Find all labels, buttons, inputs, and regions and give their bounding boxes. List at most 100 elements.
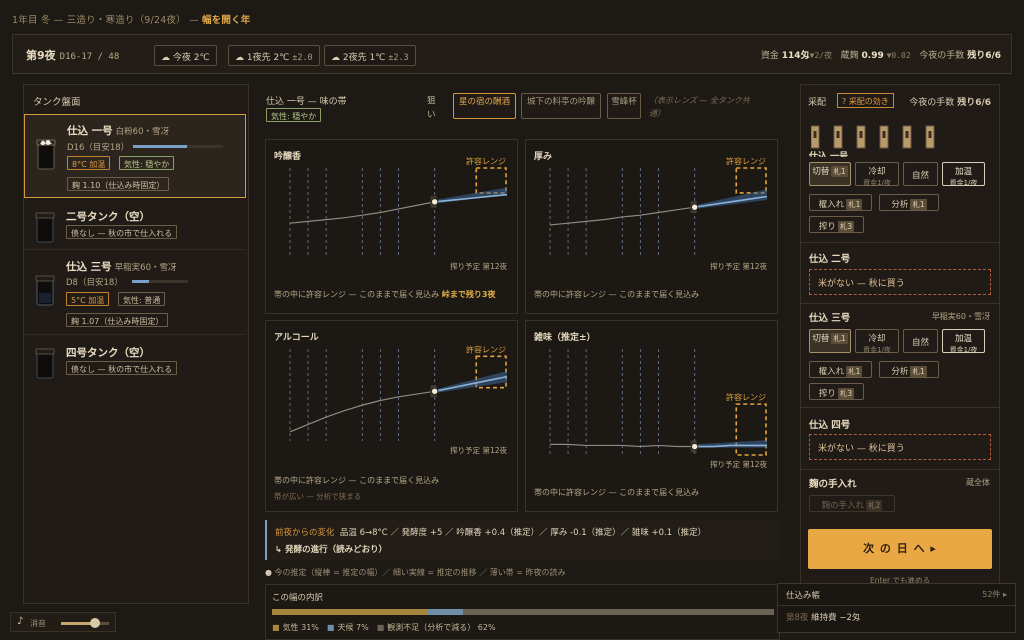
legend-line: ● 今の推定（縦棒 = 推定の幅）／ 細い実線 = 推定の推移 ／ 薄い帯 = …: [265, 567, 566, 578]
token-row-svg: [810, 125, 935, 149]
tank-card-3[interactable]: 仕込 三号 早稲実60・雪冴 D8（目安18） 5°C 加温 気性: 普通 麹 1…: [24, 251, 246, 335]
weather-temp: 1℃: [369, 53, 386, 63]
command-panel: 采配 ? 采配の効き 今夜の手数 残り6/6 仕込 一号 切替 札1 冷却 資金1/…: [800, 84, 1000, 616]
chart-plot: 許容レンジ搾り予定 第12夜: [549, 349, 767, 469]
cool-button[interactable]: 冷却 資金1/夜: [855, 329, 899, 354]
chart-plot: 許容レンジ搾り予定 第12夜: [289, 156, 507, 271]
brewing-log[interactable]: 仕込み帳 52件 ▸ 第8夜 維持費 −2匁: [777, 583, 1016, 633]
koji-care-button[interactable]: 麹の手入れ 札2: [809, 495, 895, 512]
koji-tag: 麹 1.07（仕込み時固定）: [66, 313, 169, 327]
legend-text: 今の推定（縦棒 = 推定の幅）／ 細い実線 = 推定の推移 ／ 薄い帯 = 昨夜…: [274, 568, 566, 577]
change-label: 前夜からの変化: [275, 528, 335, 538]
tank-card-2[interactable]: 二号タンク（空） 债なし — 秋の市で仕入れる: [24, 200, 246, 250]
cloud-icon: ☁: [235, 53, 244, 63]
analyze-button[interactable]: 分析 札1: [879, 361, 939, 378]
aim-button-ryotei[interactable]: 城下の料亭の吟醸: [521, 93, 601, 119]
question-icon: ?: [842, 97, 847, 106]
help-label: 采配の効き: [848, 97, 889, 106]
year-theme: 幅を開く年: [201, 15, 251, 26]
log-entry: 第8夜 維持費 −2匁: [786, 611, 860, 623]
moves-value: 残り6/6: [967, 51, 1001, 61]
center-title: 仕込 一号 — 味の帯: [266, 97, 347, 107]
heat-button[interactable]: 加温 資金1/夜: [942, 329, 985, 354]
help-button[interactable]: ? 采配の効き: [837, 93, 894, 108]
tank-card-1[interactable]: 仕込 一号 白粉60・雪冴 D16（目安18） 8°C 加温 気性: 穏やか 麹 …: [24, 114, 246, 198]
btn-label: 冷却: [868, 167, 886, 177]
temp-tag: 8°C 加温: [67, 156, 111, 170]
btn-cost: 資金1/夜: [863, 179, 891, 187]
tank-card-4[interactable]: 四号タンク（空） 债なし — 秋の市で仕入れる: [24, 336, 246, 386]
legend-label: 観測不足（分析で減る） 62%: [387, 623, 496, 632]
natural-button[interactable]: 自然: [903, 162, 938, 186]
tank2-warning: 米がない — 秋に買う: [809, 269, 991, 295]
rice-label: 白粉60・雪冴: [115, 127, 169, 137]
natural-button[interactable]: 自然: [903, 329, 938, 353]
heat-button[interactable]: 加温 資金1/夜: [942, 162, 985, 187]
cloud-icon: ☁: [161, 53, 170, 63]
divider: [778, 605, 1015, 606]
token-cost: 札3: [837, 388, 855, 399]
moves-label: 今夜の手数: [919, 51, 965, 61]
volume-slider[interactable]: [61, 622, 109, 625]
tolerance-range-label: 許容レンジ: [466, 344, 506, 354]
flavor-band-panel: 仕込 一号 — 味の帯 気性: 穏やか 狙い 星の宿の酬酒 城下の料亭の吟醸 雪…: [259, 84, 790, 640]
status-header: 第9夜 D16-17 / 48 ☁ 今夜 2℃ ☁ 1夜先 2℃ ±2.0 ☁ 2…: [12, 34, 1012, 74]
btn-label: 搾り: [818, 389, 836, 399]
token-cost: 札1: [831, 166, 848, 177]
moves-counter: 今夜の手数 残り6/6: [909, 95, 991, 108]
switch-temp-button[interactable]: 切替 札1: [809, 329, 851, 353]
tolerance-range-box: [735, 167, 767, 194]
legend-swatch: ■: [272, 623, 280, 632]
weather-chip-tonight[interactable]: ☁ 今夜 2℃: [154, 45, 217, 66]
weather-chip-2night[interactable]: ☁ 2夜先 1℃ ±2.3: [324, 45, 416, 66]
analyze-button[interactable]: 分析 札1: [879, 194, 939, 211]
kaiire-button[interactable]: 櫂入れ 札1: [809, 361, 872, 378]
legend-swatch: ■: [326, 623, 335, 632]
koji-section-title: 麹の手入れ: [809, 479, 857, 490]
press-button[interactable]: 搾り 札3: [809, 216, 864, 233]
harvest-label: 搾り予定 第12夜: [450, 261, 507, 271]
btn-cost: 資金1/夜: [949, 346, 978, 354]
harvest-label: 搾り予定 第12夜: [710, 459, 767, 469]
tank-name: 二号タンク（空）: [66, 211, 150, 223]
switch-temp-button[interactable]: 切替 札1: [809, 162, 851, 186]
weather-chip-1night[interactable]: ☁ 1夜先 2℃ ±2.0: [228, 45, 320, 66]
log-entry-text: 維持費 −2匁: [811, 613, 861, 623]
chart-alcohol: アルコール 許容レンジ 搾り予定 第12夜 帯の中に許容レンジ — このままで届く見込…: [265, 320, 518, 512]
tank-note: 债なし — 秋の市で仕入れる: [66, 361, 178, 375]
temp-tag: 5°C 加温: [66, 292, 110, 306]
volume-control: ♪ 消音: [10, 612, 116, 632]
koji-value: 0.99: [861, 51, 884, 61]
fermentation-progress: [133, 145, 223, 148]
volume-knob[interactable]: [89, 618, 100, 628]
log-count-text: 52件: [982, 590, 1001, 599]
mood-tag: 気性: 普通: [118, 292, 166, 306]
aim-button-seppohai[interactable]: 雪峰杯: [607, 93, 641, 119]
press-button[interactable]: 搾り 札3: [809, 383, 864, 400]
current-estimate-dot: [430, 387, 439, 396]
next-day-button[interactable]: 次 の 日 へ ▸: [808, 529, 992, 569]
chevron-right-icon: ▸: [1002, 590, 1007, 599]
fermentation-progress: [132, 280, 188, 283]
tank4-warning: 米がない — 秋に買う: [809, 434, 991, 460]
btn-label: 麹の手入れ: [821, 501, 865, 511]
token-mark: [905, 131, 909, 138]
move-tokens: [810, 124, 951, 150]
tank-name: 四号タンク（空）: [66, 347, 150, 359]
night-counter: 第9夜 D16-17 / 48: [26, 47, 119, 63]
cool-button[interactable]: 冷却資金1/夜: [855, 162, 899, 187]
divider: [801, 469, 999, 470]
weather-spread: ±2.0: [292, 53, 313, 63]
token-cost: 札1: [831, 333, 848, 344]
aim-button-hoshinoyado[interactable]: 星の宿の酬酒: [453, 93, 516, 119]
btn-label: 櫂入れ: [818, 367, 845, 377]
btn-label: 櫂入れ: [818, 200, 845, 210]
tank-board-title: タンク盤面: [33, 97, 81, 108]
resources: 資金 114匁▼2/夜 蔵麹 0.99 ▼0.02 今夜の手数 残り6/6: [761, 48, 1001, 61]
kaiire-button[interactable]: 櫂入れ 札1: [809, 194, 872, 211]
chart-ginjoka: 吟醸香 許容レンジ 搾り予定 第12夜 帯の中に許容レンジ — このままで届く見込み …: [265, 139, 518, 314]
breakdown-legend: ■ 気性 31% ■ 天候 7% ■ 観測不足（分析で減る） 62%: [272, 622, 504, 633]
mute-label[interactable]: 消音: [30, 618, 46, 629]
breakdown-bar: [272, 609, 774, 615]
log-count: 52件 ▸: [982, 589, 1007, 600]
